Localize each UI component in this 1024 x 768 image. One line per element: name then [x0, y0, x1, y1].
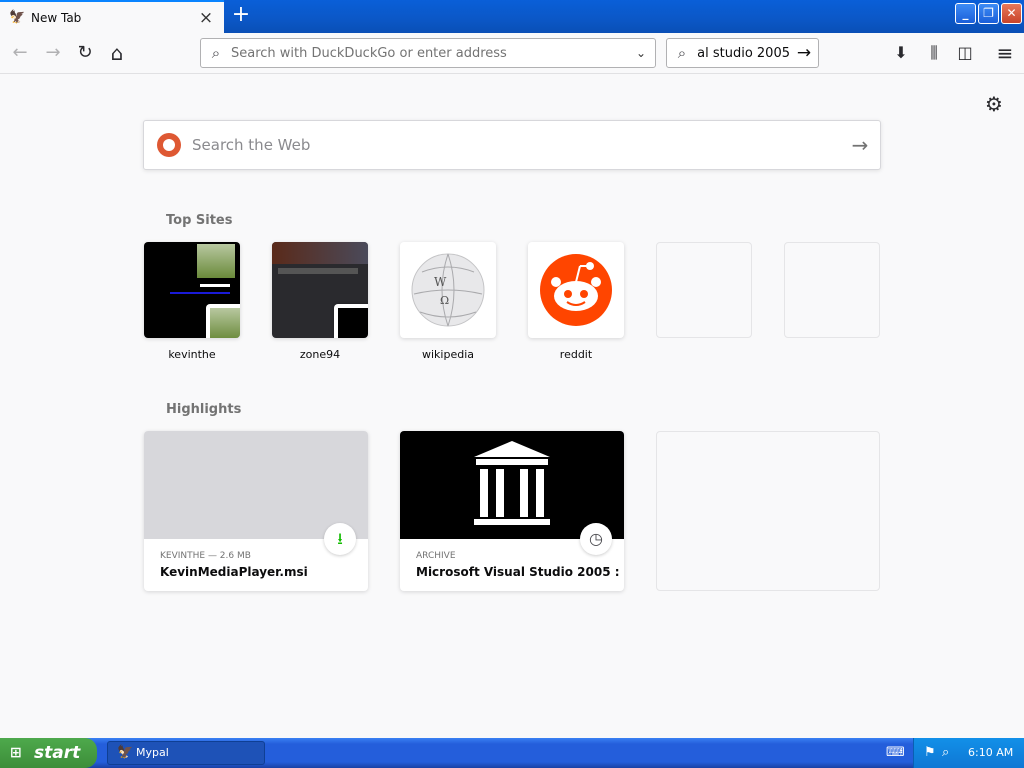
home-button[interactable]: ⌂ [102, 38, 132, 68]
web-search-input[interactable]: Search the Web [192, 136, 840, 154]
mypal-app-icon: 🦅 [117, 745, 134, 760]
downloads-icon[interactable]: ⬇ [886, 38, 916, 68]
title-bar: 🦅 New Tab × + _ ❐ ✕ [0, 0, 1024, 33]
tab-new-tab[interactable]: 🦅 New Tab × [0, 0, 224, 33]
card-title: Microsoft Visual Studio 2005 : M... [416, 565, 624, 579]
top-site-label: zone94 [299, 348, 341, 361]
forward-button[interactable]: → [38, 38, 68, 68]
close-tab-icon[interactable]: × [196, 8, 216, 28]
highlights-heading: Highlights [166, 402, 242, 417]
top-site-label: wikipedia [421, 348, 474, 361]
tab-title: New Tab [31, 10, 82, 25]
duckduckgo-logo-icon [157, 133, 181, 157]
top-site-tile-wikipedia[interactable]: W Ω [400, 242, 496, 338]
start-label: start [34, 743, 81, 763]
mypal-favicon-icon: 🦅 [9, 9, 26, 25]
page-nav-strip [278, 268, 358, 274]
web-search-box[interactable]: Search the Web → [143, 120, 881, 170]
card-title: KevinMediaPlayer.msi [160, 565, 308, 579]
clock: 6:10 AM [968, 746, 1014, 759]
page-text-line [200, 284, 230, 287]
top-site-tile-zone94[interactable] [272, 242, 368, 338]
search-bar[interactable]: ⌕ visual studio 2005 → [666, 38, 819, 68]
svg-text:W: W [434, 275, 447, 289]
start-button[interactable]: ⊞ start [0, 738, 97, 768]
web-search-arrow-icon[interactable]: → [840, 133, 880, 157]
sidebar-icon[interactable]: ◫ [950, 38, 980, 68]
settings-gear-icon[interactable]: ⚙ [982, 93, 1006, 117]
download-icon: ⭳ [324, 523, 356, 555]
close-window-button[interactable]: ✕ [1001, 3, 1022, 24]
site-favicon-thumb [334, 304, 368, 338]
clock-icon: ◷ [580, 523, 612, 555]
highlight-empty-slot [656, 431, 880, 591]
library-icon[interactable]: ⫼ [919, 38, 949, 68]
highlight-card-download[interactable]: ⭳ KEVINTHE — 2.6 MB KevinMediaPlayer.msi [144, 431, 368, 591]
horse-thumbnail [197, 244, 235, 278]
top-site-empty-slot [656, 242, 752, 338]
top-site-label: reddit [559, 348, 593, 361]
windows-taskbar: ⊞ start 🦅 Mypal ⌨ ⚑ ⌕ 6:10 AM [0, 738, 1024, 768]
taskbar-item-mypal[interactable]: 🦅 Mypal [107, 741, 265, 765]
wikipedia-globe-icon: W Ω [411, 253, 485, 327]
page-link-line [170, 292, 230, 294]
search-icon: ⌕ [211, 44, 221, 62]
search-tray-icon[interactable]: ⌕ [942, 738, 949, 768]
back-button[interactable]: ← [5, 38, 35, 68]
top-site-label: kevinthe [168, 348, 216, 361]
site-favicon-thumb [206, 304, 240, 338]
network-icon[interactable]: ⚑ [924, 738, 936, 768]
card-context: KEVINTHE — 2.6 MB [160, 551, 251, 561]
page-header-strip [272, 242, 368, 264]
taskbar-item-label: Mypal [136, 746, 169, 759]
reload-button[interactable]: ↻ [70, 38, 100, 68]
top-site-tile-kevinthe[interactable] [144, 242, 240, 338]
new-tab-button[interactable]: + [229, 4, 253, 28]
top-sites-heading: Top Sites [166, 213, 233, 228]
highlight-card-archive[interactable]: ◷ ARCHIVE Microsoft Visual Studio 2005 :… [400, 431, 624, 591]
restore-button[interactable]: ❐ [978, 3, 999, 24]
minimize-button[interactable]: _ [955, 3, 976, 24]
address-input[interactable]: Search with DuckDuckGo or enter address [231, 46, 627, 61]
reddit-alien-icon [540, 254, 612, 326]
svg-text:Ω: Ω [440, 294, 449, 307]
top-site-empty-slot [784, 242, 880, 338]
search-icon: ⌕ [677, 44, 687, 62]
keyboard-icon[interactable]: ⌨ [886, 745, 905, 761]
windows-flag-icon: ⊞ [10, 745, 22, 761]
search-input[interactable]: visual studio 2005 [697, 46, 790, 61]
navigation-toolbar: ← → ↻ ⌂ ⌕ Search with DuckDuckGo or ente… [0, 33, 1024, 74]
card-context: ARCHIVE [416, 551, 456, 561]
menu-icon[interactable]: ≡ [990, 38, 1020, 68]
top-site-tile-reddit[interactable] [528, 242, 624, 338]
system-tray: ⚑ ⌕ 6:10 AM [913, 738, 1024, 768]
search-go-arrow-icon[interactable]: → [790, 43, 818, 63]
address-bar[interactable]: ⌕ Search with DuckDuckGo or enter addres… [200, 38, 656, 68]
chevron-down-icon[interactable]: ⌄ [627, 46, 655, 60]
